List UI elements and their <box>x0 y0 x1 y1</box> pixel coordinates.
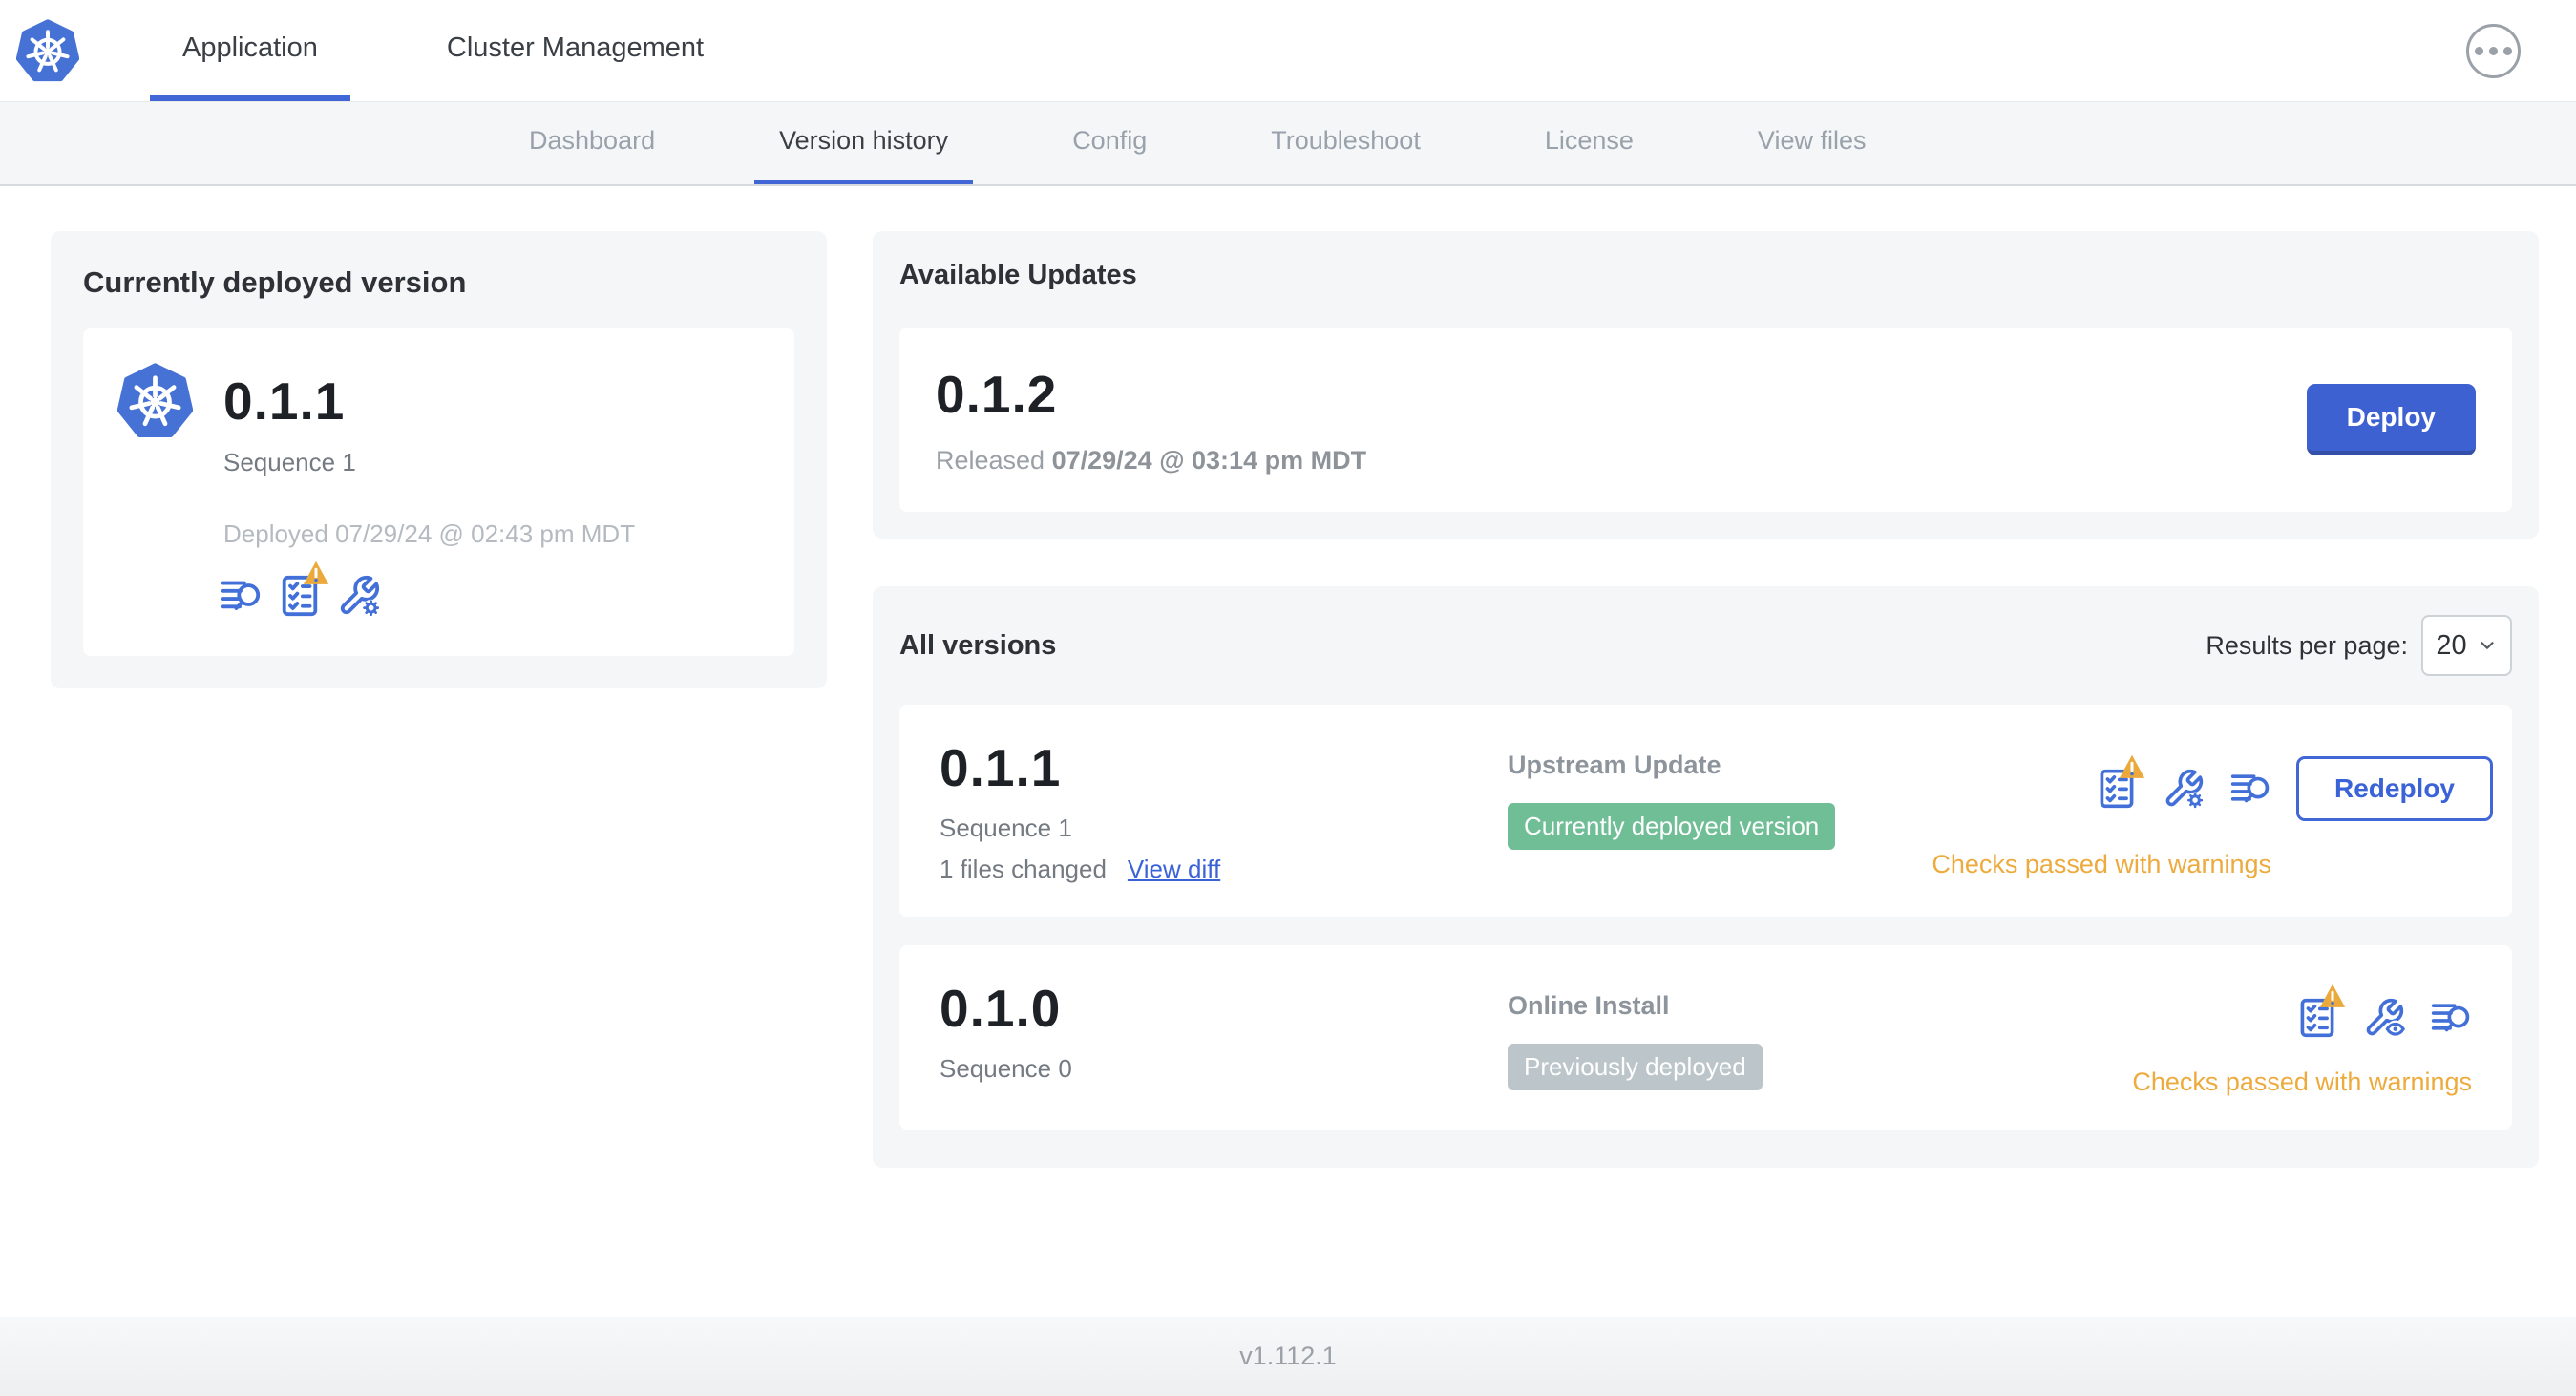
page-footer: v1.112.1 <box>0 1317 2576 1396</box>
status-badge: Currently deployed version <box>1508 803 1836 850</box>
view-config-icon[interactable] <box>2363 997 2405 1039</box>
tab-config[interactable]: Config <box>1047 102 1172 184</box>
row-source-label: Upstream Update <box>1508 751 1721 779</box>
edit-config-icon[interactable] <box>337 574 381 618</box>
version-row-0.1.0: 0.1.0 Sequence 0 Online Install Previous… <box>899 945 2512 1130</box>
console-version-label: v1.112.1 <box>1239 1342 1337 1370</box>
tab-version-history[interactable]: Version history <box>754 102 974 184</box>
row-version-number: 0.1.1 <box>940 738 1062 797</box>
right-column: Available Updates 0.1.2 Released 07/29/2… <box>873 231 2539 1168</box>
tab-cluster-management[interactable]: Cluster Management <box>414 0 736 101</box>
tab-troubleshoot[interactable]: Troubleshoot <box>1246 102 1446 184</box>
row-files-changed: 1 files changed <box>940 855 1107 883</box>
logs-icon[interactable] <box>219 574 263 618</box>
preflight-checks-icon[interactable] <box>278 560 330 618</box>
results-per-page: Results per page: 20 <box>2206 615 2512 676</box>
checks-status-text[interactable]: Checks passed with warnings <box>1932 850 2493 879</box>
current-version-deployed-date: Deployed 07/29/24 @ 02:43 pm MDT <box>223 519 636 548</box>
available-updates-title: Available Updates <box>899 260 1137 290</box>
current-version-number: 0.1.1 <box>223 370 346 431</box>
chevron-down-icon <box>2481 642 2494 649</box>
top-tab-bar: Application Cluster Management <box>150 0 736 101</box>
tab-application[interactable]: Application <box>150 0 350 101</box>
current-version-section: Currently deployed version 0.1.1 Sequenc… <box>51 231 827 688</box>
row-sequence: Sequence 0 <box>940 1054 1072 1083</box>
preflight-checks-icon[interactable] <box>2096 753 2146 810</box>
all-versions-title: All versions <box>899 629 1057 661</box>
available-update-card: 0.1.2 Released 07/29/24 @ 03:14 pm MDT D… <box>899 328 2512 512</box>
update-version-number: 0.1.2 <box>936 365 1058 424</box>
update-released-date: Released 07/29/24 @ 03:14 pm MDT <box>936 446 1367 475</box>
preflight-checks-icon[interactable] <box>2296 983 2347 1039</box>
edit-config-icon[interactable] <box>2163 768 2205 810</box>
status-badge: Previously deployed <box>1508 1044 1763 1090</box>
row-source-label: Online Install <box>1508 991 1670 1020</box>
results-per-page-label: Results per page: <box>2206 630 2408 660</box>
redeploy-button[interactable]: Redeploy <box>2295 756 2493 821</box>
warning-triangle-icon <box>302 560 330 586</box>
app-nav-bar: Dashboard Version history Config Trouble… <box>0 102 2576 186</box>
top-header: Application Cluster Management <box>0 0 2576 102</box>
tab-license[interactable]: License <box>1520 102 1658 184</box>
available-updates-panel: Available Updates 0.1.2 Released 07/29/2… <box>873 231 2539 539</box>
current-version-sequence: Sequence 1 <box>223 448 356 476</box>
row-version-number: 0.1.0 <box>940 979 1062 1038</box>
current-version-card: 0.1.1 Sequence 1 Deployed 07/29/24 @ 02:… <box>83 328 794 656</box>
row-sequence: Sequence 1 <box>940 814 1072 842</box>
header-right <box>2466 0 2576 101</box>
main-content: Currently deployed version 0.1.1 Sequenc… <box>0 186 2576 1317</box>
current-version-title: Currently deployed version <box>83 265 467 299</box>
all-versions-panel: All versions Results per page: 20 0.1.1 … <box>873 586 2539 1168</box>
admin-console-page: Application Cluster Management Dashboard… <box>0 0 2576 1396</box>
checks-status-text[interactable]: Checks passed with warnings <box>2132 1068 2472 1097</box>
logs-icon[interactable] <box>2430 997 2472 1039</box>
kubernetes-logo-icon <box>16 0 79 101</box>
warning-triangle-icon <box>2118 753 2146 780</box>
current-version-panel: Currently deployed version 0.1.1 Sequenc… <box>51 231 827 688</box>
logs-icon[interactable] <box>2229 768 2271 810</box>
deploy-button[interactable]: Deploy <box>2306 384 2476 455</box>
current-version-actions <box>219 560 760 618</box>
ellipsis-menu-icon[interactable] <box>2466 23 2521 78</box>
kubernetes-app-icon <box>117 363 193 438</box>
version-row-0.1.1: 0.1.1 Sequence 1 1 files changed View di… <box>899 705 2512 917</box>
tab-view-files[interactable]: View files <box>1733 102 1891 184</box>
warning-triangle-icon <box>2318 983 2347 1009</box>
results-per-page-select[interactable]: 20 <box>2421 615 2512 676</box>
view-diff-link[interactable]: View diff <box>1128 855 1220 884</box>
tab-dashboard[interactable]: Dashboard <box>504 102 680 184</box>
